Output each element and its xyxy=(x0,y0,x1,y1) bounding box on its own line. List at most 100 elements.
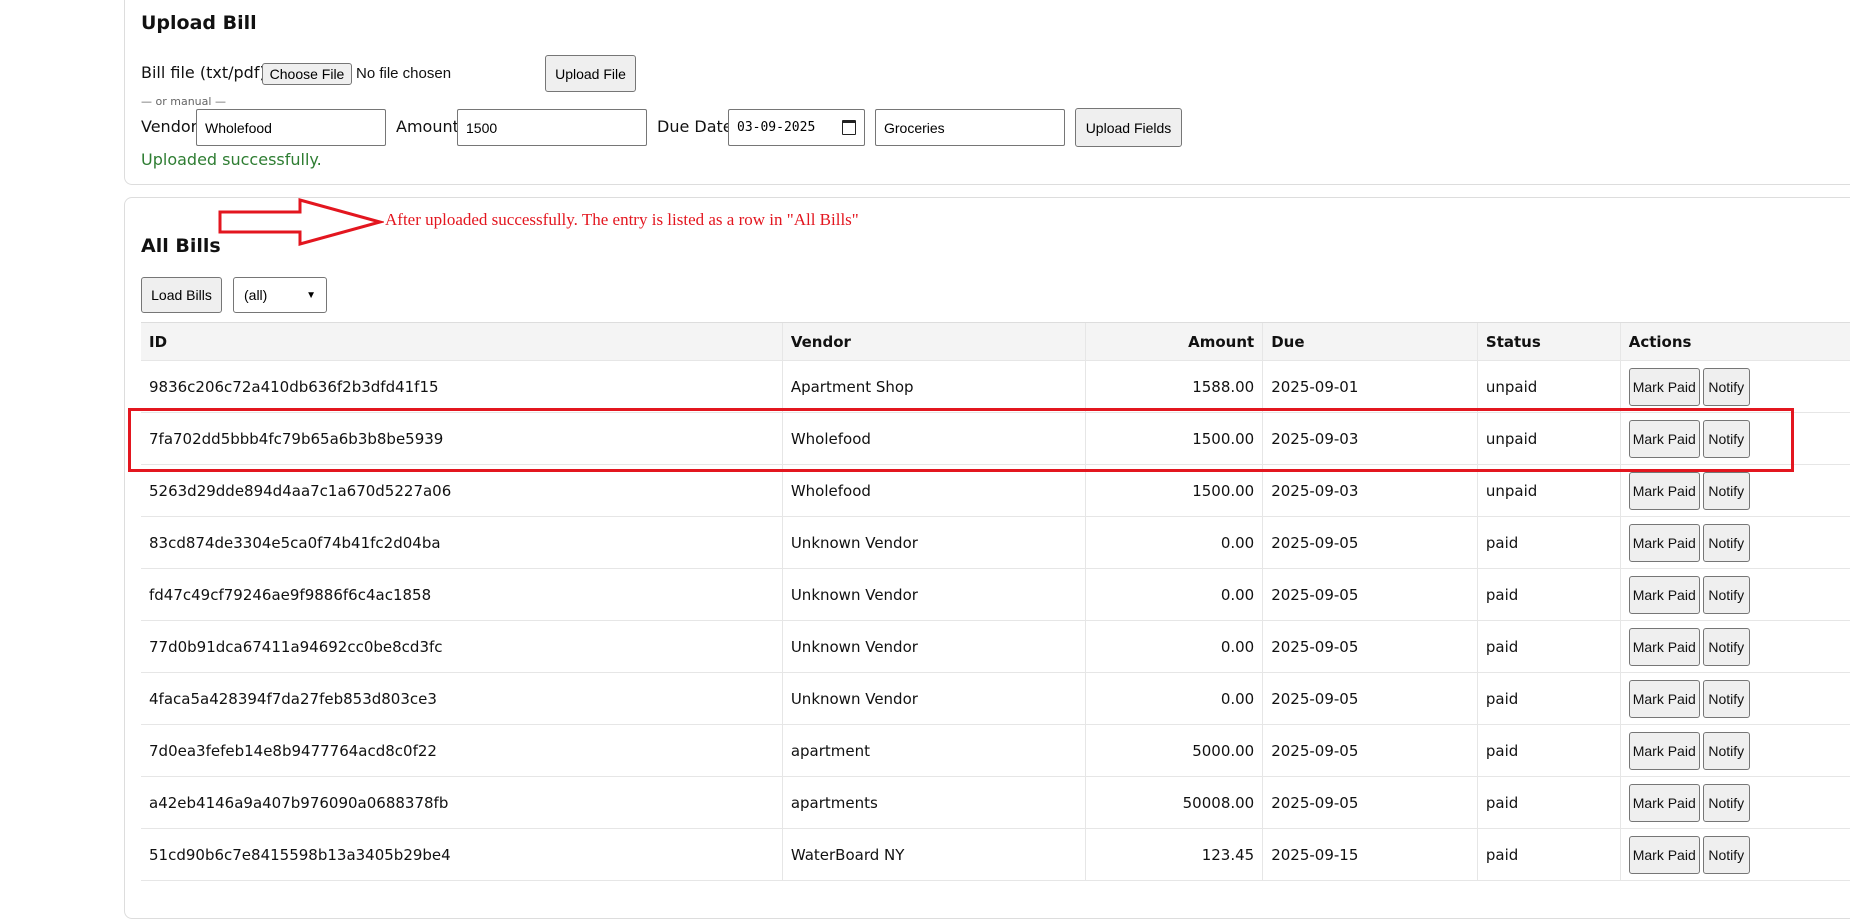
mark-paid-button[interactable]: Mark Paid xyxy=(1628,731,1700,770)
due-cell: 2025-09-03 xyxy=(1262,464,1478,517)
due-cell: 2025-09-01 xyxy=(1262,360,1478,413)
status-cell: paid xyxy=(1476,828,1621,881)
status-cell: unpaid xyxy=(1476,360,1621,413)
vendor-cell: Wholefood xyxy=(781,464,1086,517)
no-file-text: No file chosen xyxy=(356,65,452,82)
actions-cell: Mark Paid Notify xyxy=(1619,360,1850,413)
chevron-down-icon: ▼ xyxy=(306,289,316,301)
notify-button[interactable]: Notify xyxy=(1702,627,1750,666)
table-row: 51cd90b6c7e8415598b13a3405b29be4 WaterBoa… xyxy=(141,828,1850,881)
column-header-amount: Amount xyxy=(1085,322,1263,361)
mark-paid-button[interactable]: Mark Paid xyxy=(1628,679,1700,718)
amount-cell: 0.00 xyxy=(1085,672,1263,725)
amount-cell: 123.45 xyxy=(1085,828,1263,881)
amount-label: Amount xyxy=(396,117,459,136)
vendor-cell: Apartment Shop xyxy=(781,360,1086,413)
amount-input[interactable]: 1500 xyxy=(457,109,647,146)
vendor-cell: Unknown Vendor xyxy=(781,672,1086,725)
status-filter-select[interactable]: (all) ▼ xyxy=(233,277,327,313)
status-filter-value: (all) xyxy=(244,287,268,303)
notify-button[interactable]: Notify xyxy=(1702,679,1750,718)
notify-button[interactable]: Notify xyxy=(1702,367,1750,406)
actions-cell: Mark Paid Notify xyxy=(1619,776,1850,829)
bills-table: ID Vendor Amount Due Status Actions 9836… xyxy=(141,322,1850,881)
amount-cell: 1500.00 xyxy=(1085,464,1263,517)
vendor-cell: Unknown Vendor xyxy=(781,620,1086,673)
actions-cell: Mark Paid Notify xyxy=(1619,828,1850,881)
mark-paid-button[interactable]: Mark Paid xyxy=(1628,783,1700,822)
mark-paid-button[interactable]: Mark Paid xyxy=(1628,835,1700,874)
amount-cell: 0.00 xyxy=(1085,620,1263,673)
due-cell: 2025-09-05 xyxy=(1262,516,1478,569)
bill-id-cell: 83cd874de3304e5ca0f74b41fc2d04ba xyxy=(141,516,783,569)
mark-paid-button[interactable]: Mark Paid xyxy=(1628,471,1700,510)
highlight-box xyxy=(128,408,1794,472)
upload-file-button[interactable]: Upload File xyxy=(545,55,636,92)
vendor-cell: apartments xyxy=(781,776,1086,829)
mark-paid-button[interactable]: Mark Paid xyxy=(1628,367,1700,406)
vendor-cell: apartment xyxy=(781,724,1086,777)
column-header-status: Status xyxy=(1476,322,1621,361)
notify-button[interactable]: Notify xyxy=(1702,575,1750,614)
status-cell: paid xyxy=(1476,776,1621,829)
due-cell: 2025-09-15 xyxy=(1262,828,1478,881)
amount-cell: 5000.00 xyxy=(1085,724,1263,777)
mark-paid-button[interactable]: Mark Paid xyxy=(1628,627,1700,666)
bill-id-cell: 9836c206c72a410db636f2b3dfd41f15 xyxy=(141,360,783,413)
amount-cell: 50008.00 xyxy=(1085,776,1263,829)
load-bills-button[interactable]: Load Bills xyxy=(141,277,222,313)
calendar-icon[interactable] xyxy=(842,120,856,135)
vendor-cell: WaterBoard NY xyxy=(781,828,1086,881)
mark-paid-button[interactable]: Mark Paid xyxy=(1628,523,1700,562)
table-row: 7d0ea3fefeb14e8b9477764acd8c0f22 apartmen… xyxy=(141,724,1850,777)
status-cell: paid xyxy=(1476,516,1621,569)
actions-cell: Mark Paid Notify xyxy=(1619,724,1850,777)
table-header-row: ID Vendor Amount Due Status Actions xyxy=(141,322,1850,361)
status-cell: paid xyxy=(1476,724,1621,777)
actions-cell: Mark Paid Notify xyxy=(1619,672,1850,725)
table-row: 4faca5a428394f7da27feb853d803ce3 Unknown … xyxy=(141,672,1850,725)
due-cell: 2025-09-05 xyxy=(1262,672,1478,725)
bill-id-cell: fd47c49cf79246ae9f9886f6c4ac1858 xyxy=(141,568,783,621)
choose-file-button[interactable]: Choose File xyxy=(262,63,352,85)
upload-bill-title: Upload Bill xyxy=(141,12,257,34)
category-input[interactable]: Groceries xyxy=(875,109,1065,146)
bill-id-cell: 4faca5a428394f7da27feb853d803ce3 xyxy=(141,672,783,725)
vendor-cell: Unknown Vendor xyxy=(781,568,1086,621)
actions-cell: Mark Paid Notify xyxy=(1619,464,1850,517)
mark-paid-button[interactable]: Mark Paid xyxy=(1628,575,1700,614)
actions-cell: Mark Paid Notify xyxy=(1619,620,1850,673)
bill-id-cell: a42eb4146a9a407b976090a0688378fb xyxy=(141,776,783,829)
table-row: 5263d29dde894d4aa7c1a670d5227a06 Wholefoo… xyxy=(141,464,1850,517)
vendor-label: Vendor xyxy=(141,117,198,136)
status-cell: unpaid xyxy=(1476,464,1621,517)
actions-cell: Mark Paid Notify xyxy=(1619,568,1850,621)
vendor-input[interactable]: Wholefood xyxy=(196,109,386,146)
bill-id-cell: 51cd90b6c7e8415598b13a3405b29be4 xyxy=(141,828,783,881)
upload-fields-button[interactable]: Upload Fields xyxy=(1075,108,1182,147)
amount-cell: 1588.00 xyxy=(1085,360,1263,413)
column-header-actions: Actions xyxy=(1619,322,1850,361)
due-date-input[interactable]: 03-09-2025 xyxy=(728,109,865,146)
due-date-label: Due Date xyxy=(657,117,733,136)
column-header-vendor: Vendor xyxy=(781,322,1086,361)
bill-id-cell: 7d0ea3fefeb14e8b9477764acd8c0f22 xyxy=(141,724,783,777)
bill-id-cell: 5263d29dde894d4aa7c1a670d5227a06 xyxy=(141,464,783,517)
column-header-id: ID xyxy=(141,322,783,361)
due-cell: 2025-09-05 xyxy=(1262,776,1478,829)
table-row: 83cd874de3304e5ca0f74b41fc2d04ba Unknown … xyxy=(141,516,1850,569)
notify-button[interactable]: Notify xyxy=(1702,783,1750,822)
due-cell: 2025-09-05 xyxy=(1262,724,1478,777)
notify-button[interactable]: Notify xyxy=(1702,835,1750,874)
status-cell: paid xyxy=(1476,672,1621,725)
bill-id-cell: 77d0b91dca67411a94692cc0be8cd3fc xyxy=(141,620,783,673)
notify-button[interactable]: Notify xyxy=(1702,523,1750,562)
notify-button[interactable]: Notify xyxy=(1702,731,1750,770)
upload-status-message: Uploaded successfully. xyxy=(141,150,322,169)
notify-button[interactable]: Notify xyxy=(1702,471,1750,510)
amount-cell: 0.00 xyxy=(1085,516,1263,569)
or-manual-divider: — or manual — xyxy=(141,95,226,108)
amount-cell: 0.00 xyxy=(1085,568,1263,621)
annotation-arrow-icon xyxy=(218,198,384,246)
table-row: 9836c206c72a410db636f2b3dfd41f15 Apartmen… xyxy=(141,360,1850,413)
